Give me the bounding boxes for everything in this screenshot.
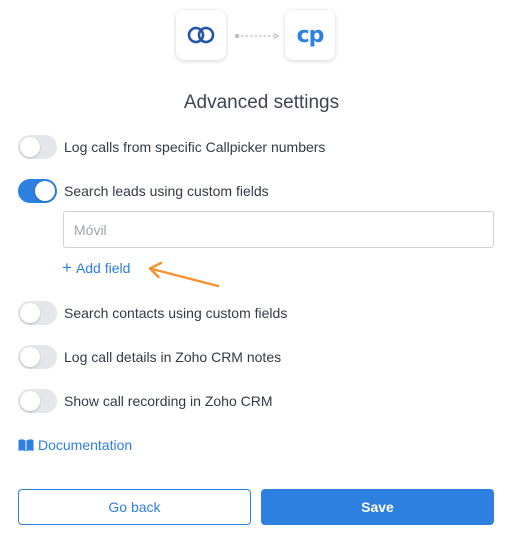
integration-logos: cp — [0, 10, 523, 60]
toggle-knob — [20, 137, 40, 157]
setting-label: Show call recording in Zoho CRM — [64, 393, 273, 409]
setting-show-call-recording[interactable]: Show call recording in Zoho CRM — [18, 389, 273, 413]
toggle-knob — [35, 181, 55, 201]
toggle-search-leads-custom-fields[interactable] — [18, 179, 57, 203]
toggle-search-contacts-custom-fields[interactable] — [18, 301, 57, 325]
setting-label: Search contacts using custom fields — [64, 305, 288, 321]
orange-arrow-icon — [148, 261, 220, 288]
page-title: Advanced settings — [183, 92, 340, 113]
toggle-log-call-details-notes[interactable] — [18, 345, 57, 369]
save-button[interactable]: Save — [261, 489, 494, 525]
dashed-arrow-icon — [234, 33, 280, 39]
setting-label: Log call details in Zoho CRM notes — [64, 349, 282, 365]
custom-field-input[interactable] — [63, 211, 494, 248]
toggle-knob — [20, 303, 40, 323]
callpicker-logo-text: cp — [296, 22, 325, 48]
callpicker-logo: cp — [285, 10, 335, 60]
plus-icon: + — [62, 258, 72, 277]
toggle-knob — [20, 391, 40, 411]
setting-label: Search leads using custom fields — [64, 183, 269, 199]
add-field-link[interactable]: + Add field — [62, 258, 131, 277]
setting-log-calls-specific-numbers[interactable]: Log calls from specific Callpicker numbe… — [18, 135, 325, 159]
setting-search-leads-custom-fields[interactable]: Search leads using custom fields — [18, 179, 269, 203]
documentation-link[interactable]: Documentation — [18, 437, 132, 453]
zoho-crm-logo — [176, 10, 226, 60]
documentation-label: Documentation — [38, 437, 133, 453]
setting-search-contacts-custom-fields[interactable]: Search contacts using custom fields — [18, 301, 287, 325]
setting-log-call-details-notes[interactable]: Log call details in Zoho CRM notes — [18, 345, 281, 369]
toggle-knob — [20, 347, 40, 367]
book-icon — [18, 438, 34, 451]
toggle-log-calls-specific-numbers[interactable] — [18, 135, 57, 159]
zoho-crm-logo-icon — [187, 26, 215, 44]
add-field-label: Add field — [75, 260, 131, 276]
go-back-button[interactable]: Go back — [18, 489, 251, 525]
toggle-show-call-recording[interactable] — [18, 389, 57, 413]
setting-label: Log calls from specific Callpicker numbe… — [64, 139, 326, 155]
